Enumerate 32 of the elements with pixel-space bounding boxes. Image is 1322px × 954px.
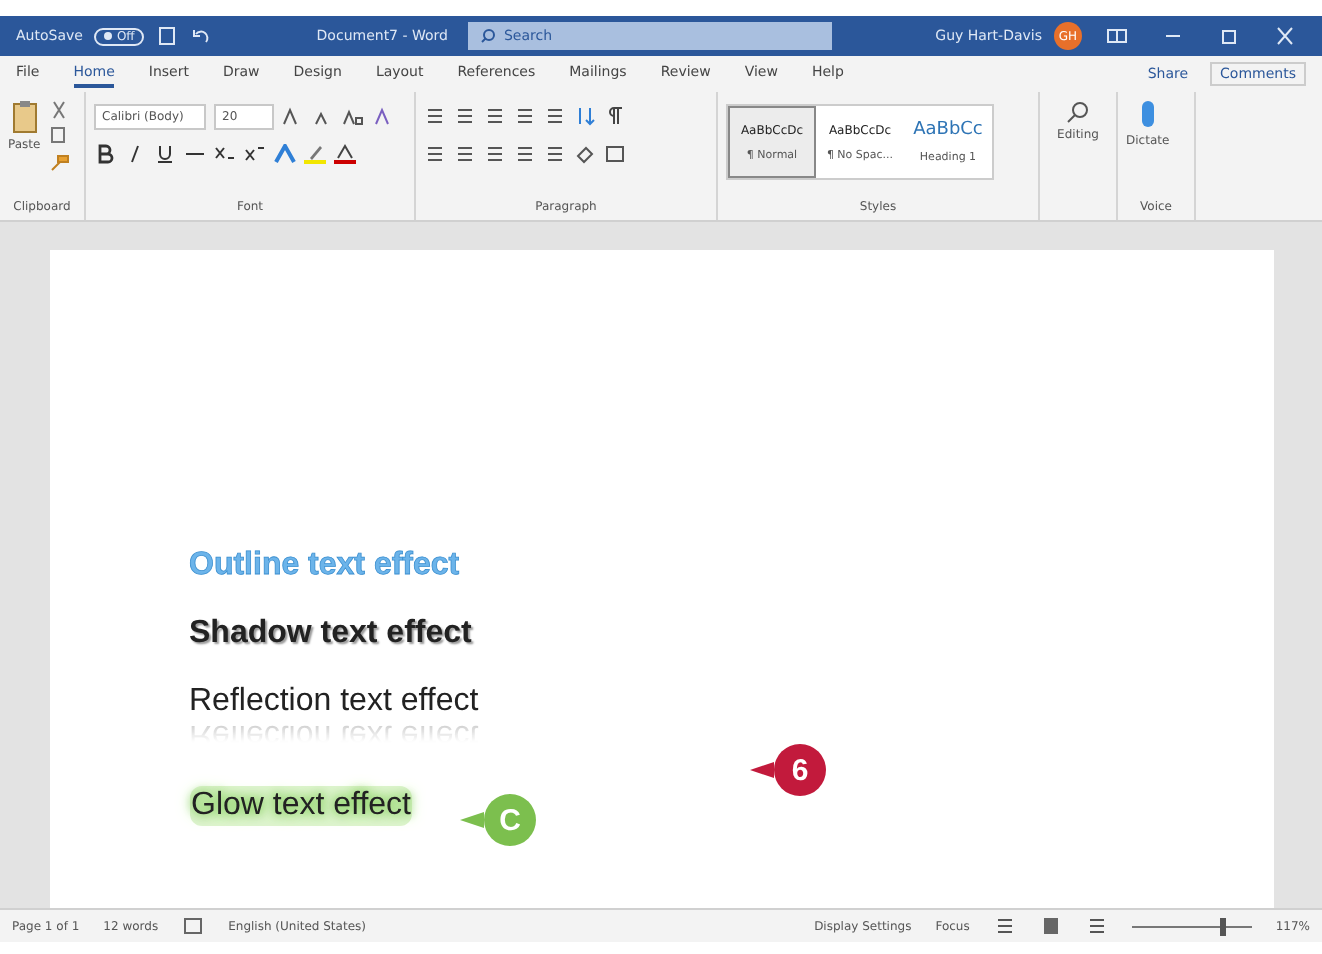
borders-icon[interactable] bbox=[604, 144, 626, 164]
underline-icon[interactable] bbox=[154, 144, 176, 164]
search-icon[interactable] bbox=[1066, 100, 1090, 124]
align-left-icon[interactable] bbox=[424, 144, 446, 164]
ribbon-display-icon[interactable] bbox=[1105, 26, 1127, 46]
document-text: Shadow text effect bbox=[189, 614, 472, 654]
document-text: Reflection text effect bbox=[189, 682, 479, 722]
search-icon bbox=[479, 28, 496, 44]
maximize-icon[interactable] bbox=[1217, 26, 1239, 46]
print-layout-icon[interactable] bbox=[1039, 916, 1062, 936]
undo-icon[interactable] bbox=[190, 26, 213, 46]
pointer-arrow-icon bbox=[750, 760, 774, 780]
clear-formatting-icon[interactable] bbox=[372, 106, 394, 126]
bullets-icon[interactable] bbox=[424, 106, 446, 126]
bold-icon[interactable] bbox=[94, 144, 116, 164]
superscript-icon[interactable] bbox=[244, 144, 266, 164]
font-color-icon[interactable] bbox=[334, 144, 356, 164]
document-text: Outline text effect bbox=[189, 546, 460, 586]
pilcrow-icon[interactable] bbox=[604, 106, 626, 126]
clipboard-icon[interactable] bbox=[9, 100, 40, 134]
highlight-icon[interactable] bbox=[304, 144, 326, 164]
change-case-icon[interactable] bbox=[342, 106, 364, 126]
proofing-icon[interactable] bbox=[182, 916, 205, 936]
cut-icon[interactable] bbox=[48, 100, 71, 120]
copy-icon[interactable] bbox=[48, 126, 71, 146]
format-painter-icon[interactable] bbox=[48, 152, 71, 172]
pointer-arrow-icon bbox=[460, 810, 484, 830]
sort-icon[interactable] bbox=[574, 106, 596, 126]
subscript-icon[interactable] bbox=[214, 144, 236, 164]
text-effects-icon[interactable] bbox=[274, 144, 296, 164]
close-icon[interactable] bbox=[1273, 26, 1295, 46]
zoom-slider-thumb[interactable] bbox=[1219, 917, 1226, 935]
